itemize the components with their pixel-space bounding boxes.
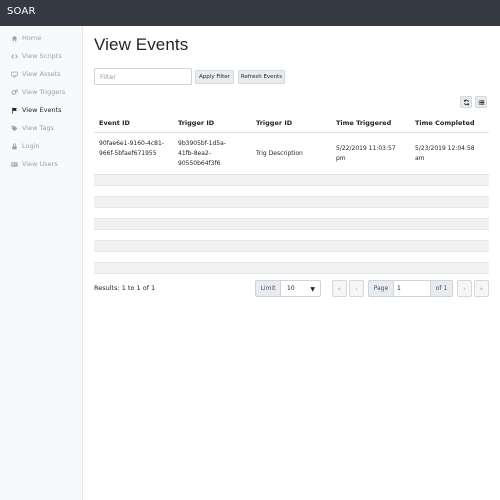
sidebar-item-login[interactable]: Login: [10, 140, 40, 152]
double-chevron-right-icon: »: [479, 284, 484, 293]
limit-label: Limit: [255, 280, 281, 297]
sidebar-item-view-users[interactable]: View Users: [10, 158, 58, 170]
cogs-icon: [10, 88, 18, 96]
next-page-button[interactable]: ›: [457, 280, 472, 297]
top-navbar: SOAR: [0, 0, 500, 26]
column-toggle-button[interactable]: [475, 96, 487, 108]
sidebar-item-label: View Tags: [22, 124, 54, 132]
sidebar-item-label: View Users: [22, 160, 58, 168]
chevron-right-icon: ›: [463, 284, 466, 293]
brand-logo[interactable]: SOAR: [7, 6, 36, 17]
limit-select[interactable]: 10 ▼: [281, 280, 321, 297]
id-card-icon: [10, 160, 18, 168]
empty-table-row: [94, 175, 489, 186]
sidebar-item-view-events[interactable]: View Events: [10, 104, 62, 116]
double-chevron-left-icon: «: [337, 284, 342, 293]
last-page-button[interactable]: »: [474, 280, 489, 297]
empty-table-row: [94, 252, 489, 263]
limit-value: 10: [287, 285, 295, 292]
time-triggered-cell: 5/22/2019 11:03:57 pm: [336, 145, 396, 162]
sidebar-item-view-scripts[interactable]: View Scripts: [10, 50, 62, 62]
results-summary: Results: 1 to 1 of 1: [94, 284, 156, 292]
trigger-description-cell: Trig Description: [256, 150, 303, 157]
events-table: Event ID Trigger ID Trigger ID Time Trig…: [94, 113, 489, 274]
caret-down-icon: ▼: [310, 286, 315, 293]
first-page-button[interactable]: «: [332, 280, 347, 297]
sidebar-item-view-tags[interactable]: View Tags: [10, 122, 54, 134]
reload-table-button[interactable]: [460, 96, 472, 108]
empty-table-row: [94, 263, 489, 274]
event-id-cell: 90fae6e1-9160-4c81- 966f-5bfaef671955: [99, 140, 164, 157]
refresh-events-button[interactable]: Refresh Events: [238, 70, 285, 84]
sidebar-item-home[interactable]: Home: [10, 32, 41, 44]
code-icon: [10, 52, 18, 60]
column-header-event-id[interactable]: Event ID: [99, 119, 130, 127]
time-completed-cell: 5/23/2019 12:04:58 am: [415, 145, 475, 162]
empty-table-row: [94, 230, 489, 241]
limit-control: Limit 10 ▼: [255, 280, 321, 297]
sidebar-item-view-triggers[interactable]: View Triggers: [10, 86, 65, 98]
refresh-icon: [463, 99, 470, 106]
sidebar-item-view-assets[interactable]: View Assets: [10, 68, 61, 80]
sidebar: Home View Scripts View Assets View Trigg…: [0, 26, 83, 500]
trigger-id-cell: 9b3905bf-1d5a- 41fb-8ea2- 90550b64f3f6: [178, 140, 226, 167]
apply-filter-button[interactable]: Apply Filter: [195, 70, 234, 84]
chevron-left-icon: ‹: [355, 284, 358, 293]
page-total: of 1: [431, 280, 453, 297]
column-header-trigger-id[interactable]: Trigger ID: [178, 119, 214, 127]
empty-table-row: [94, 219, 489, 230]
sidebar-item-label: View Triggers: [22, 88, 66, 96]
list-icon: [478, 99, 485, 106]
empty-table-row: [94, 241, 489, 252]
empty-table-row: [94, 186, 489, 197]
filter-input[interactable]: [94, 68, 192, 85]
sidebar-item-label: Home: [22, 34, 42, 42]
sidebar-item-label: Login: [22, 142, 40, 150]
column-header-trigger-id-2[interactable]: Trigger ID: [256, 119, 292, 127]
empty-table-row: [94, 208, 489, 219]
previous-page-button[interactable]: ‹: [349, 280, 364, 297]
lock-icon: [10, 142, 18, 150]
flag-icon: [10, 106, 18, 114]
tags-icon: [10, 124, 18, 132]
sidebar-item-label: View Scripts: [22, 52, 62, 60]
column-header-time-completed[interactable]: Time Completed: [415, 119, 475, 127]
home-icon: [10, 34, 18, 42]
sidebar-item-label: View Assets: [22, 70, 61, 78]
page-number-input[interactable]: [394, 280, 431, 297]
table-header: Event ID Trigger ID Trigger ID Time Trig…: [94, 113, 489, 133]
page-title: View Events: [94, 35, 189, 54]
pagination: « ‹ Page of 1 › »: [332, 280, 489, 297]
table-row[interactable]: 90fae6e1-9160-4c81- 966f-5bfaef671955 9b…: [94, 133, 489, 175]
sidebar-item-label: View Events: [22, 106, 62, 114]
main-content: View Events Apply Filter Refresh Events …: [83, 26, 500, 500]
monitor-icon: [10, 70, 18, 78]
column-header-time-triggered[interactable]: Time Triggered: [336, 119, 391, 127]
page-label: Page: [368, 280, 394, 297]
empty-table-row: [94, 197, 489, 208]
